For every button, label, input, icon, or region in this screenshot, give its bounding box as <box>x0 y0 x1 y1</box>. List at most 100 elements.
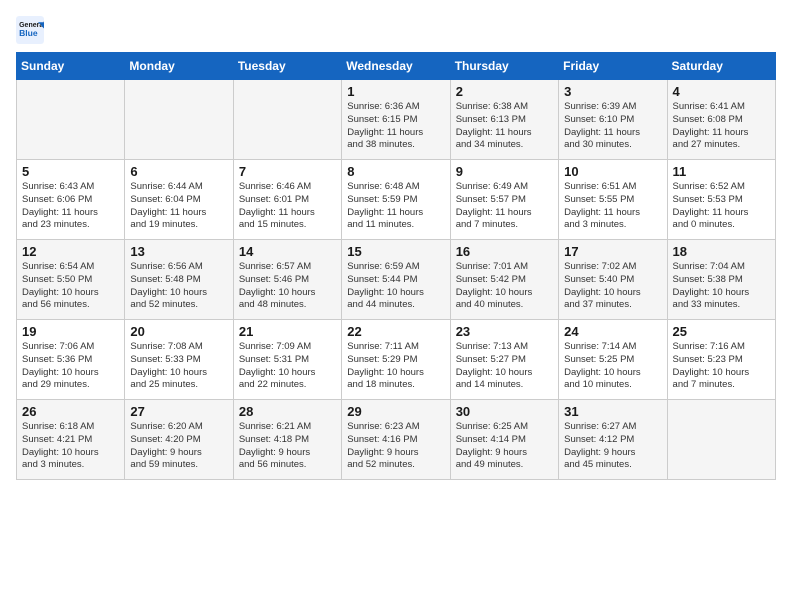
cell-content: Sunrise: 6:23 AM Sunset: 4:16 PM Dayligh… <box>347 421 444 472</box>
day-number: 16 <box>456 244 553 259</box>
day-number: 30 <box>456 404 553 419</box>
calendar-cell: 5Sunrise: 6:43 AM Sunset: 6:06 PM Daylig… <box>17 160 125 240</box>
calendar-cell: 31Sunrise: 6:27 AM Sunset: 4:12 PM Dayli… <box>559 400 667 480</box>
page-header: General Blue <box>16 16 776 44</box>
cell-content: Sunrise: 6:39 AM Sunset: 6:10 PM Dayligh… <box>564 101 661 152</box>
cell-content: Sunrise: 6:56 AM Sunset: 5:48 PM Dayligh… <box>130 261 227 312</box>
calendar-week-row: 12 Sunrise: 6:54 AM Sunset: 5:50 PM Dayli… <box>17 240 776 320</box>
calendar-header-row: SundayMondayTuesdayWednesdayThursdayFrid… <box>17 53 776 80</box>
day-number: 20 <box>130 324 227 339</box>
calendar-cell: 16 Sunrise: 7:01 AM Sunset: 5:42 PM Dayli… <box>450 240 558 320</box>
cell-content: Sunrise: 7:09 AM Sunset: 5:31 PM Dayligh… <box>239 341 336 392</box>
calendar-cell: 24 Sunrise: 7:14 AM Sunset: 5:25 PM Dayli… <box>559 320 667 400</box>
calendar-cell: 11 Sunrise: 6:52 AM Sunset: 5:53 PM Dayli… <box>667 160 775 240</box>
day-number: 4 <box>673 84 770 99</box>
day-number: 6 <box>130 164 227 179</box>
cell-content: Sunrise: 7:13 AM Sunset: 5:27 PM Dayligh… <box>456 341 553 392</box>
day-number: 27 <box>130 404 227 419</box>
cell-content: Sunrise: 6:21 AM Sunset: 4:18 PM Dayligh… <box>239 421 336 472</box>
calendar-table: SundayMondayTuesdayWednesdayThursdayFrid… <box>16 52 776 480</box>
calendar-cell: 26 Sunrise: 6:18 AM Sunset: 4:21 PM Dayli… <box>17 400 125 480</box>
day-number: 14 <box>239 244 336 259</box>
day-number: 31 <box>564 404 661 419</box>
calendar-cell: 4 Sunrise: 6:41 AM Sunset: 6:08 PM Daylig… <box>667 80 775 160</box>
cell-content: Sunrise: 6:51 AM Sunset: 5:55 PM Dayligh… <box>564 181 661 232</box>
calendar-cell: 13 Sunrise: 6:56 AM Sunset: 5:48 PM Dayli… <box>125 240 233 320</box>
cell-content: Sunrise: 7:02 AM Sunset: 5:40 PM Dayligh… <box>564 261 661 312</box>
cell-content: Sunrise: 6:44 AM Sunset: 6:04 PM Dayligh… <box>130 181 227 232</box>
calendar-cell <box>233 80 341 160</box>
calendar-cell <box>125 80 233 160</box>
cell-content: Sunrise: 7:06 AM Sunset: 5:36 PM Dayligh… <box>22 341 119 392</box>
calendar-cell: 28 Sunrise: 6:21 AM Sunset: 4:18 PM Dayli… <box>233 400 341 480</box>
day-number: 25 <box>673 324 770 339</box>
cell-content: Sunrise: 7:04 AM Sunset: 5:38 PM Dayligh… <box>673 261 770 312</box>
calendar-cell: 3 Sunrise: 6:39 AM Sunset: 6:10 PM Daylig… <box>559 80 667 160</box>
day-number: 13 <box>130 244 227 259</box>
day-header-saturday: Saturday <box>667 53 775 80</box>
day-number: 1 <box>347 84 444 99</box>
cell-content: Sunrise: 6:36 AM Sunset: 6:15 PM Dayligh… <box>347 101 444 152</box>
day-number: 3 <box>564 84 661 99</box>
cell-content: Sunrise: 7:14 AM Sunset: 5:25 PM Dayligh… <box>564 341 661 392</box>
calendar-cell: 6 Sunrise: 6:44 AM Sunset: 6:04 PM Daylig… <box>125 160 233 240</box>
calendar-cell: 15Sunrise: 6:59 AM Sunset: 5:44 PM Dayli… <box>342 240 450 320</box>
day-number: 19 <box>22 324 119 339</box>
day-number: 11 <box>673 164 770 179</box>
day-header-wednesday: Wednesday <box>342 53 450 80</box>
logo: General Blue <box>16 16 48 44</box>
day-number: 23 <box>456 324 553 339</box>
calendar-cell: 19 Sunrise: 7:06 AM Sunset: 5:36 PM Dayli… <box>17 320 125 400</box>
cell-content: Sunrise: 6:18 AM Sunset: 4:21 PM Dayligh… <box>22 421 119 472</box>
calendar-cell: 21 Sunrise: 7:09 AM Sunset: 5:31 PM Dayli… <box>233 320 341 400</box>
day-number: 24 <box>564 324 661 339</box>
cell-content: Sunrise: 6:20 AM Sunset: 4:20 PM Dayligh… <box>130 421 227 472</box>
day-header-monday: Monday <box>125 53 233 80</box>
day-header-thursday: Thursday <box>450 53 558 80</box>
calendar-week-row: 26 Sunrise: 6:18 AM Sunset: 4:21 PM Dayli… <box>17 400 776 480</box>
cell-content: Sunrise: 6:46 AM Sunset: 6:01 PM Dayligh… <box>239 181 336 232</box>
day-number: 12 <box>22 244 119 259</box>
day-number: 22 <box>347 324 444 339</box>
calendar-cell <box>17 80 125 160</box>
cell-content: Sunrise: 6:52 AM Sunset: 5:53 PM Dayligh… <box>673 181 770 232</box>
cell-content: Sunrise: 6:57 AM Sunset: 5:46 PM Dayligh… <box>239 261 336 312</box>
cell-content: Sunrise: 7:08 AM Sunset: 5:33 PM Dayligh… <box>130 341 227 392</box>
calendar-cell: 20 Sunrise: 7:08 AM Sunset: 5:33 PM Dayli… <box>125 320 233 400</box>
day-number: 9 <box>456 164 553 179</box>
day-header-sunday: Sunday <box>17 53 125 80</box>
cell-content: Sunrise: 6:54 AM Sunset: 5:50 PM Dayligh… <box>22 261 119 312</box>
cell-content: Sunrise: 7:01 AM Sunset: 5:42 PM Dayligh… <box>456 261 553 312</box>
day-number: 7 <box>239 164 336 179</box>
cell-content: Sunrise: 7:16 AM Sunset: 5:23 PM Dayligh… <box>673 341 770 392</box>
day-number: 29 <box>347 404 444 419</box>
svg-text:Blue: Blue <box>19 28 38 38</box>
day-header-tuesday: Tuesday <box>233 53 341 80</box>
day-number: 2 <box>456 84 553 99</box>
calendar-cell: 23 Sunrise: 7:13 AM Sunset: 5:27 PM Dayli… <box>450 320 558 400</box>
cell-content: Sunrise: 6:25 AM Sunset: 4:14 PM Dayligh… <box>456 421 553 472</box>
cell-content: Sunrise: 6:59 AM Sunset: 5:44 PM Dayligh… <box>347 261 444 312</box>
calendar-cell: 22Sunrise: 7:11 AM Sunset: 5:29 PM Dayli… <box>342 320 450 400</box>
calendar-cell: 27 Sunrise: 6:20 AM Sunset: 4:20 PM Dayli… <box>125 400 233 480</box>
calendar-week-row: 19 Sunrise: 7:06 AM Sunset: 5:36 PM Dayli… <box>17 320 776 400</box>
day-number: 10 <box>564 164 661 179</box>
day-number: 5 <box>22 164 119 179</box>
day-number: 18 <box>673 244 770 259</box>
calendar-week-row: 5Sunrise: 6:43 AM Sunset: 6:06 PM Daylig… <box>17 160 776 240</box>
day-header-friday: Friday <box>559 53 667 80</box>
calendar-cell: 17Sunrise: 7:02 AM Sunset: 5:40 PM Dayli… <box>559 240 667 320</box>
calendar-cell <box>667 400 775 480</box>
day-number: 21 <box>239 324 336 339</box>
day-number: 8 <box>347 164 444 179</box>
day-number: 28 <box>239 404 336 419</box>
day-number: 26 <box>22 404 119 419</box>
calendar-cell: 30 Sunrise: 6:25 AM Sunset: 4:14 PM Dayli… <box>450 400 558 480</box>
calendar-cell: 10 Sunrise: 6:51 AM Sunset: 5:55 PM Dayli… <box>559 160 667 240</box>
calendar-cell: 25 Sunrise: 7:16 AM Sunset: 5:23 PM Dayli… <box>667 320 775 400</box>
calendar-cell: 7 Sunrise: 6:46 AM Sunset: 6:01 PM Daylig… <box>233 160 341 240</box>
cell-content: Sunrise: 6:41 AM Sunset: 6:08 PM Dayligh… <box>673 101 770 152</box>
logo-icon: General Blue <box>16 16 44 44</box>
calendar-cell: 29 Sunrise: 6:23 AM Sunset: 4:16 PM Dayli… <box>342 400 450 480</box>
cell-content: Sunrise: 6:38 AM Sunset: 6:13 PM Dayligh… <box>456 101 553 152</box>
